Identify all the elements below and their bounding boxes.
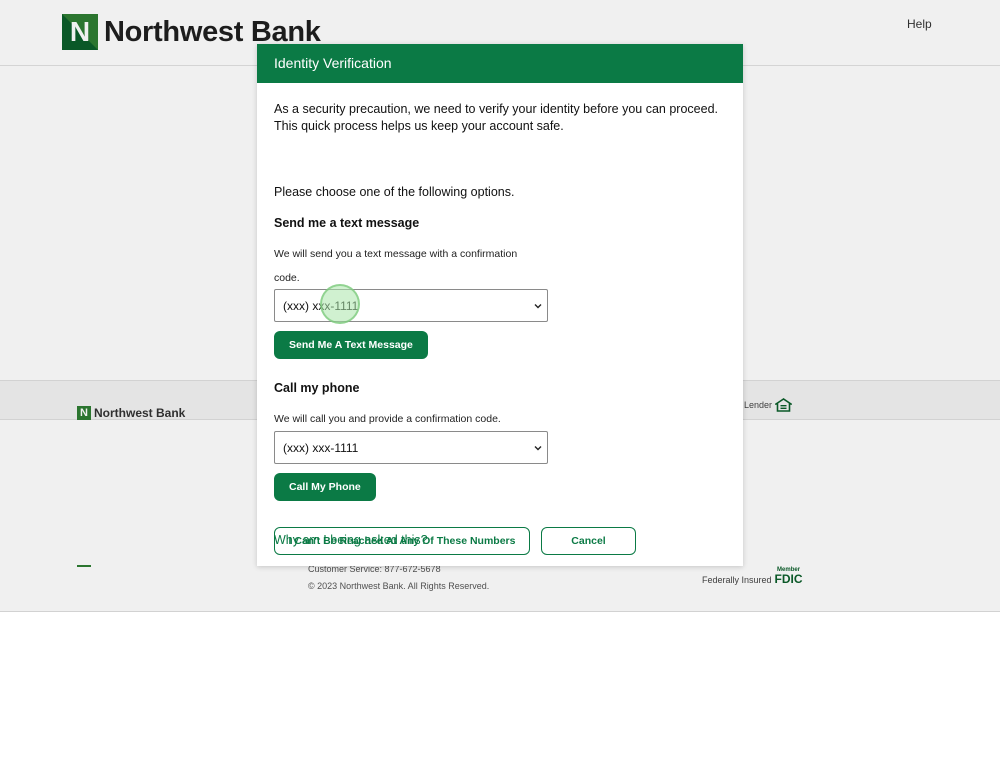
call-phone-selected-value: (xxx) xxx-1111 [283,441,359,455]
chevron-down-icon [534,304,542,309]
text-message-description: We will send you a text message with a c… [274,248,518,284]
call-phone-heading: Call my phone [274,381,360,395]
choose-option-text: Please choose one of the following optio… [274,185,515,199]
call-phone-description: We will call you and provide a confirmat… [274,413,501,425]
cancel-button[interactable]: Cancel [541,527,636,555]
call-my-phone-button[interactable]: Call My Phone [274,473,376,501]
dialog-title: Identity Verification [257,44,743,83]
text-message-heading: Send me a text message [274,216,420,230]
chevron-down-icon [534,446,542,451]
click-indicator [320,284,360,324]
text-phone-select[interactable]: (xxx) xxx-1111 [274,289,548,322]
send-text-message-button[interactable]: Send Me A Text Message [274,331,428,359]
intro-text: As a security precaution, we need to ver… [274,102,718,133]
call-phone-select[interactable]: (xxx) xxx-1111 [274,431,548,464]
why-asked-link[interactable]: Why am I being asked this? [274,533,428,547]
